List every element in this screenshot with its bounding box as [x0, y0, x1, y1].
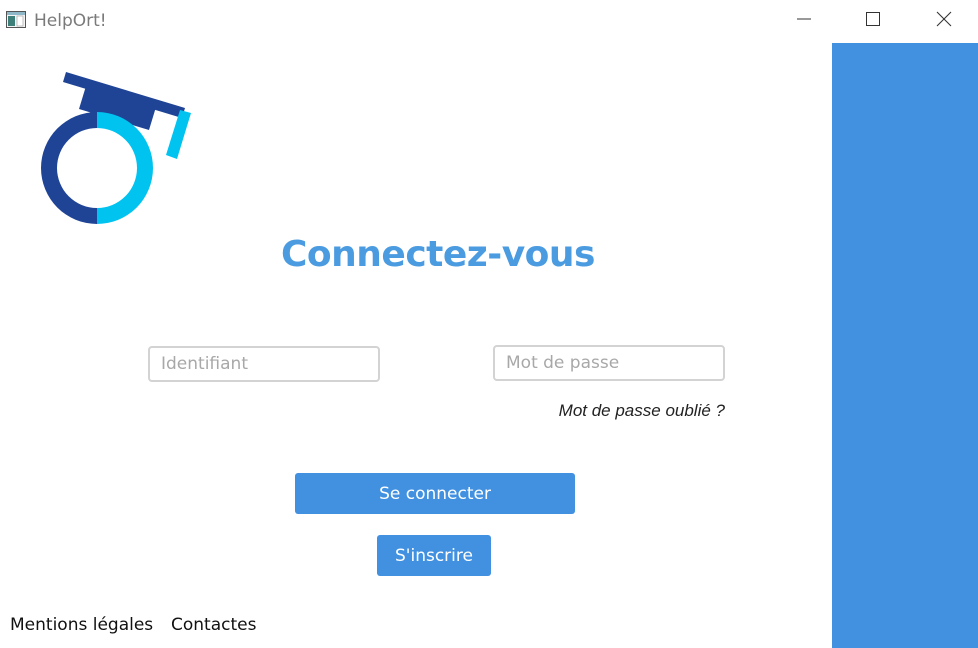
helport-logo	[34, 68, 199, 233]
maximize-button[interactable]	[850, 0, 896, 42]
contact-link[interactable]: Contactes	[171, 615, 256, 635]
title-bar: HelpOrt!	[0, 0, 978, 42]
legal-notice-link[interactable]: Mentions légales	[10, 615, 153, 635]
login-button-label: Se connecter	[379, 483, 491, 504]
maximize-icon	[865, 11, 881, 32]
minimize-button[interactable]	[781, 0, 827, 42]
login-button[interactable]: Se connecter	[295, 473, 575, 514]
app-window-icon	[6, 11, 26, 28]
username-input[interactable]	[148, 346, 380, 382]
app-window: HelpOrt! Connectez-vous Identifiant Mot …	[0, 0, 978, 648]
side-panel	[832, 43, 978, 648]
close-button[interactable]	[921, 0, 967, 42]
window-title: HelpOrt!	[34, 11, 107, 31]
minimize-icon	[796, 11, 812, 32]
close-icon	[936, 11, 952, 32]
page-title: Connectez-vous	[281, 234, 595, 275]
signup-button-label: S'inscrire	[395, 545, 473, 566]
password-input[interactable]	[493, 345, 725, 381]
signup-button[interactable]: S'inscrire	[377, 535, 491, 576]
forgot-password-link[interactable]: Mot de passe oublié ?	[559, 401, 725, 421]
